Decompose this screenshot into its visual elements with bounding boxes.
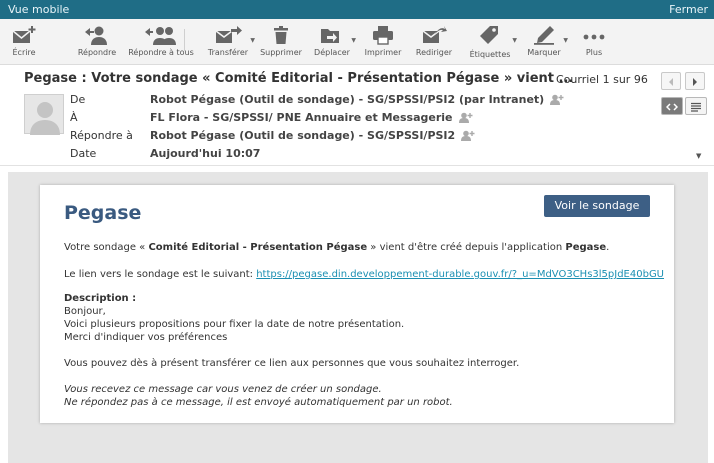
chevron-down-icon: ▼ bbox=[563, 37, 568, 44]
move-folder-icon bbox=[321, 29, 339, 43]
reply-icon bbox=[85, 26, 107, 45]
chevron-down-icon: ▼ bbox=[351, 37, 356, 44]
person-icon bbox=[30, 102, 60, 135]
message-card: Pegase Voir le sondage Votre sondage « C… bbox=[40, 185, 674, 423]
scroll-down-icon[interactable]: ▼ bbox=[696, 152, 701, 160]
more-dots-icon bbox=[583, 34, 605, 40]
move-button[interactable]: Déplacer ▼ bbox=[312, 23, 356, 63]
previous-message-button[interactable] bbox=[661, 72, 681, 90]
view-mode-title: Vue mobile bbox=[8, 3, 70, 16]
redirect-button[interactable]: Rediriger bbox=[413, 23, 455, 63]
description-line: Voici plusieurs propositions pour fixer … bbox=[64, 319, 405, 330]
avatar bbox=[24, 94, 64, 135]
description-line: Merci d'indiquer vos préférences bbox=[64, 332, 228, 343]
toolbar: Écrire Répondre Répondre à tous Transfér… bbox=[0, 19, 714, 65]
plain-text-toggle[interactable] bbox=[685, 97, 707, 115]
to-address[interactable]: FL Flora - SG/SPSSI/ PNE Annuaire et Mes… bbox=[150, 111, 453, 124]
redirect-icon bbox=[422, 26, 447, 43]
add-contact-icon[interactable] bbox=[458, 112, 473, 123]
mark-button[interactable]: Marquer ▼ bbox=[524, 23, 568, 63]
transfer-paragraph: Vous pouvez dès à présent transférer ce … bbox=[64, 358, 520, 369]
description-line: Bonjour, bbox=[64, 306, 106, 317]
from-address[interactable]: Robot Pégase (Outil de sondage) - SG/SPS… bbox=[150, 93, 544, 106]
html-view-toggle[interactable] bbox=[661, 97, 683, 115]
more-button[interactable]: Plus bbox=[578, 23, 610, 63]
tags-button[interactable]: Étiquettes ▼ bbox=[467, 23, 517, 63]
view-survey-button[interactable]: Voir le sondage bbox=[544, 195, 650, 217]
link-paragraph: Le lien vers le sondage est le suivant: … bbox=[64, 269, 665, 280]
tag-icon bbox=[480, 26, 498, 44]
compose-button[interactable]: Écrire bbox=[6, 23, 42, 63]
reply-to-value: Robot Pégase (Outil de sondage) - SG/SPS… bbox=[150, 129, 475, 142]
reply-to-label: Répondre à bbox=[70, 129, 133, 142]
print-icon bbox=[373, 26, 393, 45]
message-counter: Courriel 1 sur 96 bbox=[556, 73, 648, 86]
footer-line: Ne répondez pas à ce message, il est env… bbox=[64, 397, 453, 408]
chevron-right-icon bbox=[693, 78, 697, 86]
print-button[interactable]: Imprimer bbox=[362, 23, 404, 63]
to-label: À bbox=[70, 111, 78, 124]
intro-paragraph: Votre sondage « Comité Editorial - Prése… bbox=[64, 242, 610, 253]
reply-all-icon bbox=[145, 27, 176, 45]
message-header: Pegase : Votre sondage « Comité Editoria… bbox=[0, 66, 714, 166]
message-body-title: Pegase bbox=[64, 202, 142, 224]
from-label: De bbox=[70, 93, 86, 106]
next-message-button[interactable] bbox=[685, 72, 705, 90]
message-body-area: Pegase Voir le sondage Votre sondage « C… bbox=[8, 172, 708, 463]
description-label: Description : bbox=[64, 293, 137, 304]
forward-icon bbox=[215, 26, 242, 43]
date-label: Date bbox=[70, 147, 97, 160]
trash-icon bbox=[274, 26, 288, 44]
reply-all-button[interactable]: Répondre à tous bbox=[126, 23, 196, 63]
from-value: Robot Pégase (Outil de sondage) - SG/SPS… bbox=[150, 93, 564, 106]
add-contact-icon[interactable] bbox=[550, 94, 564, 105]
toolbar-separator bbox=[184, 29, 185, 51]
message-subject: Pegase : Votre sondage « Comité Editoria… bbox=[24, 71, 574, 86]
text-lines-icon bbox=[691, 102, 701, 112]
to-value: FL Flora - SG/SPSSI/ PNE Annuaire et Mes… bbox=[150, 111, 473, 124]
survey-link[interactable]: https://pegase.din.developpement-durable… bbox=[256, 269, 664, 280]
forward-button[interactable]: Transférer ▼ bbox=[205, 23, 255, 63]
pen-icon bbox=[534, 26, 554, 45]
delete-button[interactable]: Supprimer bbox=[259, 23, 303, 63]
code-icon bbox=[666, 103, 678, 111]
chevron-down-icon: ▼ bbox=[250, 37, 255, 44]
reply-button[interactable]: Répondre bbox=[76, 23, 118, 63]
footer-line: Vous recevez ce message car vous venez d… bbox=[64, 384, 382, 395]
top-bar: Vue mobile Fermer bbox=[0, 0, 714, 19]
close-link[interactable]: Fermer bbox=[669, 3, 708, 16]
reply-to-address[interactable]: Robot Pégase (Outil de sondage) - SG/SPS… bbox=[150, 129, 455, 142]
date-value: Aujourd'hui 10:07 bbox=[150, 147, 261, 160]
chevron-left-icon bbox=[669, 78, 673, 86]
chevron-down-icon: ▼ bbox=[512, 37, 517, 44]
compose-icon bbox=[12, 26, 36, 43]
add-contact-icon[interactable] bbox=[461, 130, 475, 141]
